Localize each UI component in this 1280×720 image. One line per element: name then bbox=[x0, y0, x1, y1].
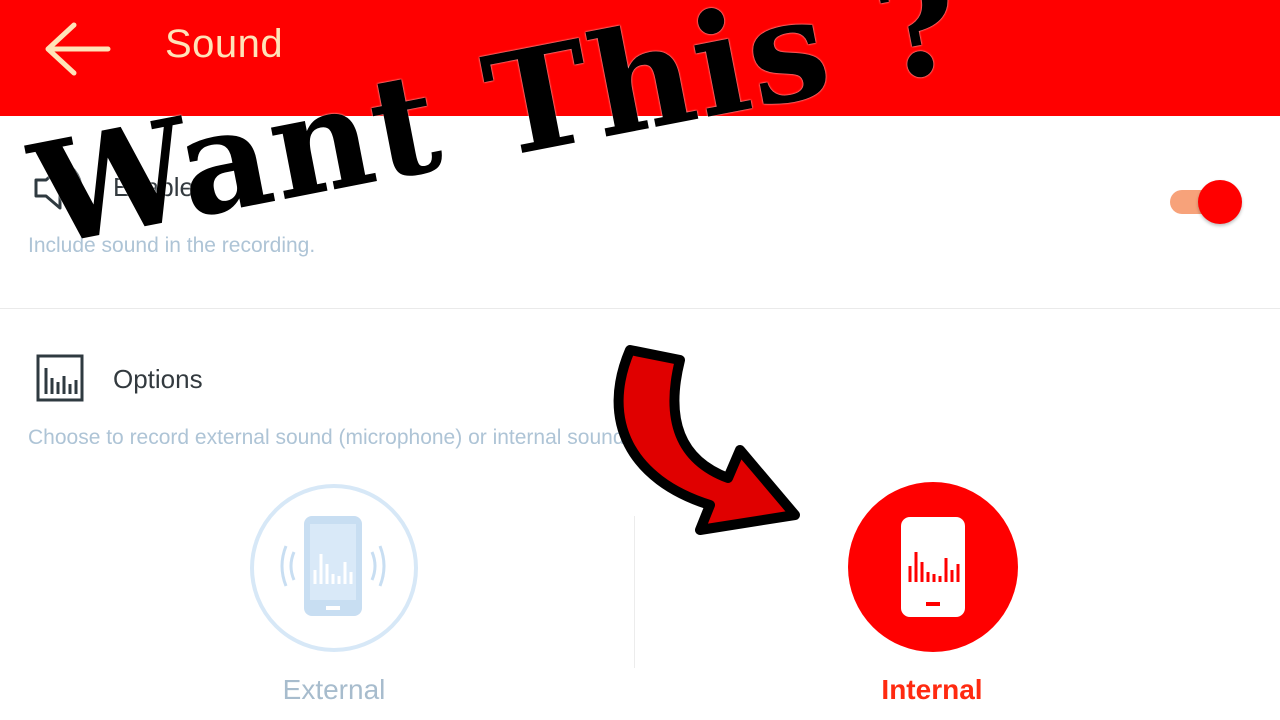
external-label: External bbox=[282, 674, 386, 705]
enabled-description: Include sound in the recording. bbox=[28, 234, 316, 257]
phone-soundwave-icon bbox=[280, 516, 386, 616]
speaker-icon bbox=[32, 164, 92, 217]
sound-enabled-toggle[interactable] bbox=[1168, 180, 1246, 224]
internal-option[interactable]: Internal bbox=[782, 480, 1082, 710]
equalizer-icon bbox=[36, 354, 86, 409]
enabled-label: Enabled bbox=[113, 172, 209, 202]
options-description: Choose to record external sound (microph… bbox=[28, 426, 686, 449]
options-label: Options bbox=[113, 364, 203, 394]
external-option[interactable]: External bbox=[184, 480, 484, 710]
divider bbox=[634, 516, 635, 668]
internal-label: Internal bbox=[881, 674, 983, 705]
page-title: Sound bbox=[165, 22, 284, 66]
back-button[interactable] bbox=[38, 18, 114, 84]
divider bbox=[0, 308, 1280, 309]
phone-soundwave-icon bbox=[901, 517, 965, 617]
toggle-thumb bbox=[1198, 180, 1242, 224]
app-bar: Sound bbox=[0, 0, 1280, 116]
arrow-left-icon bbox=[45, 22, 111, 76]
